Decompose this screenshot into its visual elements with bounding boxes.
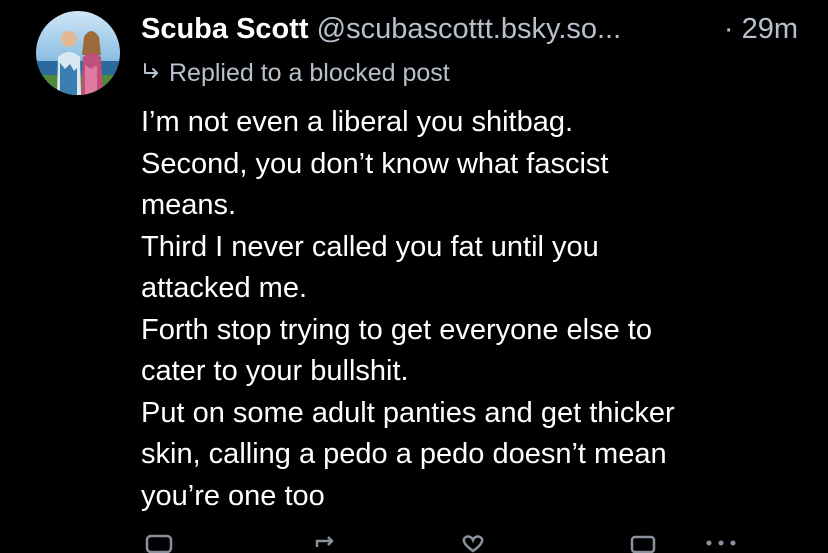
post-body-line: you’re one too xyxy=(141,479,325,512)
post[interactable]: Scuba Scott @scubascottt.bsky.so... · 29… xyxy=(0,0,828,553)
repost-icon[interactable] xyxy=(311,533,339,553)
post-body-line: I’m not even a liberal you shitbag. xyxy=(141,106,574,138)
reply-arrow-icon xyxy=(144,63,158,79)
author-handle[interactable]: @scubascottt.bsky.so... xyxy=(317,13,622,45)
reply-icon[interactable] xyxy=(145,533,173,553)
author-name[interactable]: Scuba Scott xyxy=(141,13,309,45)
post-body-line: cater to your bullshit. xyxy=(141,355,409,387)
author-avatar[interactable] xyxy=(36,11,120,95)
post-header: Scuba Scott @scubascottt.bsky.so... xyxy=(141,9,811,49)
post-body-line: means. xyxy=(141,189,237,221)
post-body-line: Second, you don’t know what fascist xyxy=(141,147,609,180)
post-body-line: Put on some adult panties and get thicke… xyxy=(141,396,675,429)
reply-status-text: Replied to a blocked post xyxy=(169,59,450,87)
post-body-line: skin, calling a pedo a pedo doesn’t mean xyxy=(141,438,667,470)
post-body-line: attacked me. xyxy=(141,272,308,304)
like-icon[interactable] xyxy=(459,533,487,553)
post-body-line: Forth stop trying to get everyone else t… xyxy=(141,313,652,346)
more-icon[interactable] xyxy=(701,533,741,553)
share-icon[interactable] xyxy=(629,533,657,553)
post-actions xyxy=(141,533,761,553)
reply-context: Replied to a blocked post xyxy=(141,55,450,91)
post-timestamp[interactable]: · 29m xyxy=(724,9,798,49)
post-body-line: Third I never called you fat until you xyxy=(141,230,599,263)
avatar-photo-icon xyxy=(36,11,120,95)
post-body: I’m not even a liberal you shitbag. Seco… xyxy=(141,102,801,517)
